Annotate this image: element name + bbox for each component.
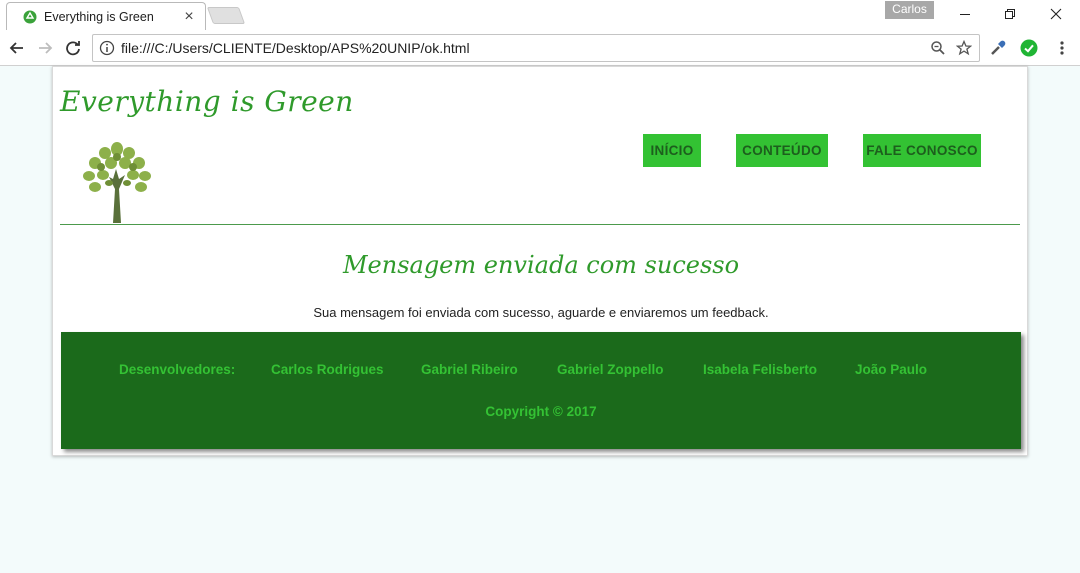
menu-fale-conosco-button[interactable]: FALE CONOSCO [863,134,981,167]
success-message: Sua mensagem foi enviada com sucesso, ag… [313,305,769,320]
footer: Desenvolvedores: Carlos Rodrigues Gabrie… [61,332,1021,449]
developer-name: Gabriel Ribeiro [421,362,518,377]
maximize-icon[interactable] [987,0,1032,28]
header-divider [60,224,1020,225]
menu-inicio-button[interactable]: INÍCIO [643,134,701,167]
developer-name: Isabela Felisberto [703,362,818,377]
info-icon[interactable] [99,40,115,56]
eyedropper-icon[interactable] [988,38,1008,58]
check-circle-icon[interactable] [1019,38,1039,58]
close-tab-icon[interactable]: × [181,8,197,25]
developer-name: João Paulo [855,362,928,377]
developer-name: Carlos Rodrigues [271,362,384,377]
profile-badge[interactable]: Carlos [885,1,934,19]
success-heading: Mensagem enviada com sucesso [342,251,740,279]
developers-row: Desenvolvedores: Carlos Rodrigues Gabrie… [61,362,1021,378]
close-window-icon[interactable] [1033,0,1078,28]
tree-logo [75,139,159,223]
browser-titlebar: Everything is Green × Carlos [0,0,1080,30]
forward-arrow-icon[interactable] [34,37,56,59]
back-arrow-icon[interactable] [6,37,28,59]
tab-title: Everything is Green [44,9,154,24]
browser-tab[interactable]: Everything is Green × [6,2,206,30]
address-bar[interactable]: file:///C:/Users/CLIENTE/Desktop/APS%20U… [92,34,980,62]
page-container: Everything is Green INÍCIO CONTEÚDO FALE… [52,66,1028,456]
reload-icon[interactable] [62,37,84,59]
url-text[interactable]: file:///C:/Users/CLIENTE/Desktop/APS%20U… [121,40,927,56]
kebab-menu-icon[interactable] [1052,38,1072,58]
new-tab-button[interactable] [206,7,246,24]
menu-conteudo-button[interactable]: CONTEÚDO [736,134,828,167]
developer-name: Gabriel Zoppello [557,362,664,377]
recycle-icon [23,10,37,24]
developers-label: Desenvolvedores: [119,362,236,377]
zoom-icon[interactable] [927,37,949,59]
site-title: Everything is Green [60,85,354,118]
browser-toolbar: file:///C:/Users/CLIENTE/Desktop/APS%20U… [0,30,1080,66]
minimize-icon[interactable] [942,0,987,28]
copyright-text: Copyright © 2017 [485,404,597,419]
star-icon[interactable] [953,37,975,59]
